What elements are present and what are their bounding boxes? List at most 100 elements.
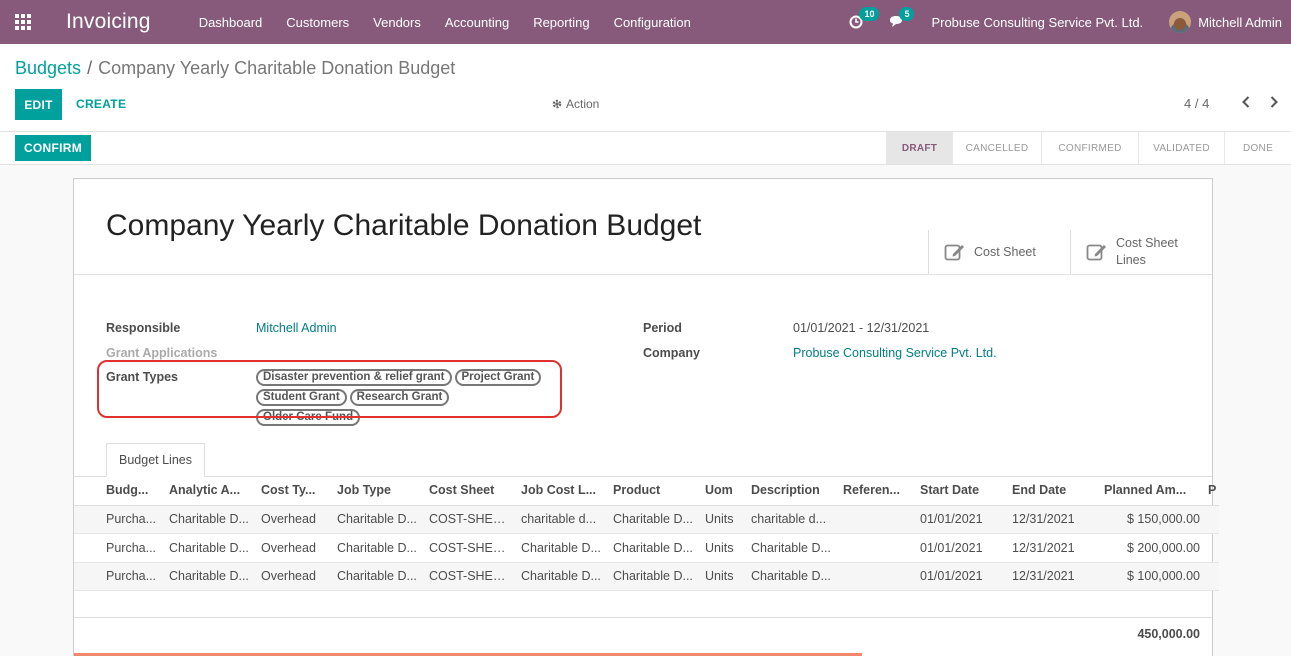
table-cell: charitable d... [747, 505, 839, 534]
column-header[interactable]: Budg... [74, 476, 165, 506]
column-header[interactable]: Referen... [839, 476, 916, 506]
table-cell: Purcha... [74, 505, 165, 534]
table-footer: 450,000.00 [74, 617, 1212, 647]
planned-amount-total: 450,000.00 [1137, 627, 1200, 641]
activity-button[interactable]: 10 [849, 7, 880, 29]
action-label: Action [566, 97, 600, 111]
column-header[interactable]: Planned Am... [1100, 476, 1204, 506]
table-cell: COST-SHEET... [425, 562, 517, 591]
column-header[interactable]: P [1204, 476, 1219, 506]
menu-customers[interactable]: Customers [286, 15, 349, 30]
column-header[interactable]: Product [609, 476, 701, 506]
column-header[interactable]: End Date [1008, 476, 1100, 506]
table-cell: COST-SHEET... [425, 533, 517, 563]
smart-button-box: Cost Sheet Cost Sheet Lines [928, 230, 1212, 274]
table-cell [1204, 562, 1219, 591]
column-header[interactable]: Job Type [333, 476, 425, 506]
table-cell: $ 150,000.00 [1100, 505, 1204, 534]
responsible-label: Responsible [106, 321, 181, 335]
budget-lines-table: Budg... Analytic A... Cost Ty... Job Typ… [74, 476, 1219, 591]
company-field[interactable]: Probuse Consulting Service Pvt. Ltd. [793, 346, 997, 360]
table-cell: Units [701, 533, 747, 563]
edit-button[interactable]: EDIT [15, 89, 62, 120]
column-header[interactable]: Uom [701, 476, 747, 506]
main-menu: Dashboard Customers Vendors Accounting R… [199, 15, 715, 30]
edit-icon [1086, 244, 1106, 261]
record-title: Company Yearly Charitable Donation Budge… [106, 209, 702, 242]
table-header-row: Budg... Analytic A... Cost Ty... Job Typ… [74, 476, 1219, 506]
menu-dashboard[interactable]: Dashboard [199, 15, 263, 30]
gear-icon [552, 99, 562, 109]
table-cell: Charitable D... [609, 505, 701, 534]
table-cell: Charitable D... [609, 562, 701, 591]
app-brand[interactable]: Invoicing [66, 10, 151, 34]
period-field: 01/01/2021 - 12/31/2021 [793, 321, 930, 335]
form-sheet: Company Yearly Charitable Donation Budge… [73, 178, 1219, 656]
action-menu[interactable]: Action [551, 97, 599, 111]
stage-confirmed[interactable]: CONFIRMED [1041, 132, 1138, 164]
table-cell: charitable d... [517, 505, 609, 534]
table-cell: Charitable D... [165, 533, 257, 563]
table-cell: Units [701, 562, 747, 591]
table-cell: Charitable D... [165, 505, 257, 534]
table-cell: COST-SHEET... [425, 505, 517, 534]
table-cell [839, 562, 916, 591]
top-navbar: Invoicing Dashboard Customers Vendors Ac… [0, 0, 1291, 44]
stage-cancelled[interactable]: CANCELLED [952, 132, 1041, 164]
menu-vendors[interactable]: Vendors [373, 15, 421, 30]
column-header[interactable]: Cost Sheet [425, 476, 517, 506]
cost-sheet-lines-button[interactable]: Cost Sheet Lines [1070, 230, 1212, 274]
user-menu[interactable]: Mitchell Admin [1198, 15, 1282, 30]
table-cell: Overhead [257, 562, 333, 591]
avatar[interactable] [1169, 11, 1192, 33]
confirm-button[interactable]: CONFIRM [15, 135, 91, 161]
table-cell: Charitable D... [165, 562, 257, 591]
table-cell: $ 100,000.00 [1100, 562, 1204, 591]
cost-sheet-button[interactable]: Cost Sheet [928, 230, 1070, 274]
responsible-field[interactable]: Mitchell Admin [256, 321, 337, 335]
stage-done[interactable]: DONE [1224, 132, 1291, 164]
chevron-left-icon[interactable] [1232, 96, 1260, 108]
apps-icon[interactable] [0, 0, 46, 44]
table-row[interactable]: Purcha... Charitable D... Overhead Chari… [74, 505, 1219, 534]
tab-budget-lines[interactable]: Budget Lines [106, 443, 205, 477]
breadcrumb: Budgets / Company Yearly Charitable Donati… [15, 58, 455, 79]
stage-validated[interactable]: VALIDATED [1138, 132, 1224, 164]
column-header[interactable]: Job Cost L... [517, 476, 609, 506]
company-label: Company [643, 346, 700, 360]
menu-accounting[interactable]: Accounting [445, 15, 509, 30]
column-header[interactable]: Start Date [916, 476, 1008, 506]
status-bar: CONFIRM DRAFT CANCELLED CONFIRMED VALIDA… [0, 131, 1291, 165]
table-cell: 01/01/2021 [916, 505, 1008, 534]
table-cell: Charitable D... [747, 533, 839, 563]
period-label: Period [643, 321, 682, 335]
stage-list: DRAFT CANCELLED CONFIRMED VALIDATED DONE [886, 132, 1291, 164]
table-cell [839, 533, 916, 563]
table-cell: $ 200,000.00 [1100, 533, 1204, 563]
cost-sheet-lines-label: Cost Sheet Lines [1116, 236, 1178, 267]
column-header[interactable]: Analytic A... [165, 476, 257, 506]
menu-configuration[interactable]: Configuration [614, 15, 691, 30]
menu-reporting[interactable]: Reporting [533, 15, 589, 30]
column-header[interactable]: Description [747, 476, 839, 506]
table-cell: Charitable D... [747, 562, 839, 591]
stage-draft[interactable]: DRAFT [886, 132, 952, 164]
table-cell: Purcha... [74, 562, 165, 591]
edit-icon [944, 244, 964, 261]
company-switcher[interactable]: Probuse Consulting Service Pvt. Ltd. [931, 15, 1143, 30]
pager-value[interactable]: 4 / 4 [1184, 96, 1209, 111]
table-cell: Charitable D... [333, 505, 425, 534]
table-cell: Units [701, 505, 747, 534]
table-row[interactable]: Purcha... Charitable D... Overhead Chari… [74, 533, 1219, 563]
chevron-right-icon[interactable] [1260, 96, 1288, 108]
column-header[interactable]: Cost Ty... [257, 476, 333, 506]
table-cell: 12/31/2021 [1008, 533, 1100, 563]
table-cell: Charitable D... [333, 562, 425, 591]
table-cell [1204, 505, 1219, 534]
messages-button[interactable]: 5 [889, 7, 915, 29]
breadcrumb-budgets[interactable]: Budgets [15, 58, 81, 78]
table-cell [839, 505, 916, 534]
create-button[interactable]: CREATE [76, 97, 126, 111]
table-cell: Charitable D... [609, 533, 701, 563]
table-row[interactable]: Purcha... Charitable D... Overhead Chari… [74, 562, 1219, 591]
